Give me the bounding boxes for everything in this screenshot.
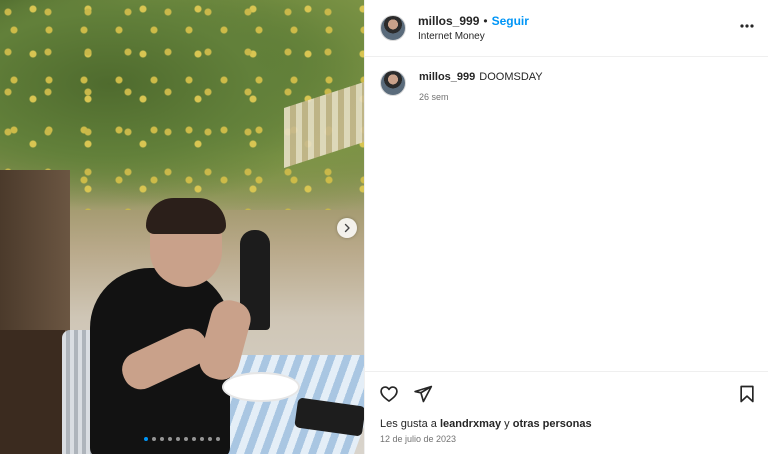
- caption-body: DOOMSDAY: [479, 71, 543, 83]
- caption-timestamp[interactable]: 26 sem: [419, 92, 449, 102]
- post-panel: millos_999 • Seguir Internet Money millo…: [364, 0, 768, 454]
- carousel-next-button[interactable]: [337, 218, 357, 238]
- send-icon: [414, 385, 433, 403]
- carousel-dot: [160, 437, 164, 441]
- photo-person-hair: [146, 198, 226, 234]
- chevron-right-icon: [344, 223, 350, 233]
- post-header: millos_999 • Seguir Internet Money: [365, 0, 768, 57]
- carousel-dot: [208, 437, 212, 441]
- post-subtitle[interactable]: Internet Money: [418, 31, 485, 42]
- caption-avatar[interactable]: [380, 70, 406, 96]
- separator-dot: •: [483, 14, 488, 28]
- post-footer: Les gusta a leandrxmay y otras personas …: [365, 371, 768, 454]
- share-button[interactable]: [413, 384, 433, 404]
- follow-button[interactable]: Seguir: [492, 14, 529, 28]
- caption-text: millos_999 DOOMSDAY: [419, 71, 543, 83]
- post-date[interactable]: 12 de julio de 2023: [380, 434, 456, 444]
- carousel-dot: [184, 437, 188, 441]
- caption-username-link[interactable]: millos_999: [419, 71, 475, 83]
- liker-username-link[interactable]: leandrxmay: [440, 418, 501, 430]
- carousel-dot: [200, 437, 204, 441]
- like-button[interactable]: [379, 384, 399, 404]
- photo-counter: [0, 330, 65, 454]
- carousel-indicator: [0, 437, 364, 441]
- more-options-button[interactable]: [739, 18, 755, 34]
- carousel-dot: [176, 437, 180, 441]
- more-horizontal-icon: [740, 24, 754, 28]
- carousel-dot: [192, 437, 196, 441]
- carousel-dot: [216, 437, 220, 441]
- heart-icon: [380, 386, 398, 402]
- likes-prefix: Les gusta a: [380, 418, 437, 430]
- action-bar: [379, 384, 433, 404]
- photo-plate: [222, 372, 300, 402]
- carousel-dot: [168, 437, 172, 441]
- carousel-dot: [152, 437, 156, 441]
- post-photo[interactable]: [0, 0, 364, 454]
- bookmark-icon: [740, 385, 754, 403]
- likes-summary: Les gusta a leandrxmay y otras personas: [380, 418, 592, 430]
- username-link[interactable]: millos_999: [418, 14, 479, 28]
- save-button[interactable]: [737, 384, 757, 404]
- avatar[interactable]: [380, 15, 406, 41]
- likes-connector: y: [504, 418, 510, 430]
- user-line: millos_999 • Seguir: [418, 14, 529, 28]
- carousel-dot: [144, 437, 148, 441]
- other-likers-link[interactable]: otras personas: [513, 418, 592, 430]
